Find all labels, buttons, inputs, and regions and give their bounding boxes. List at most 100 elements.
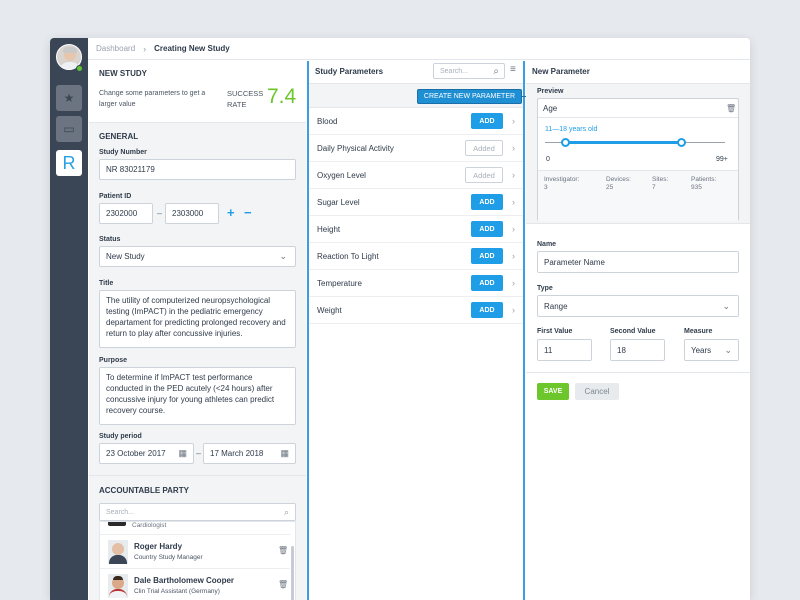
- type-select[interactable]: Range ⌄: [537, 295, 739, 317]
- study-number-label: Study Number: [99, 149, 147, 156]
- parameter-row-reaction-to-light[interactable]: Reaction To Light ADD ›: [309, 243, 523, 270]
- stat-patients-value: 935: [691, 184, 702, 191]
- app-logo-r[interactable]: R: [56, 150, 82, 176]
- parameter-row-sugar-level[interactable]: Sugar Level ADD ›: [309, 189, 523, 216]
- add-button[interactable]: ADD: [471, 194, 503, 210]
- added-button: Added: [465, 140, 503, 156]
- study-form-panel: NEW STUDY Change some parameters to get …: [89, 61, 306, 600]
- title-textarea[interactable]: The utility of computerized neuropsychol…: [99, 290, 296, 348]
- purpose-textarea[interactable]: To determine if ImPACT test performance …: [99, 367, 296, 425]
- period-start-field[interactable]: 23 October 2017 ▦: [99, 443, 194, 464]
- filter-icon[interactable]: ≡: [510, 64, 516, 75]
- chevron-right-icon[interactable]: ›: [512, 251, 515, 261]
- chevron-right-icon[interactable]: ›: [512, 305, 515, 315]
- patient-id-to-field[interactable]: 2303000: [165, 203, 219, 224]
- parameter-name-field[interactable]: Parameter Name: [537, 251, 739, 273]
- parameters-search-input[interactable]: Search... ⌕: [433, 63, 505, 79]
- second-value-field[interactable]: 18: [610, 339, 665, 361]
- period-end-field[interactable]: 17 March 2018 ▦: [203, 443, 296, 464]
- range-slider-high-handle[interactable]: [677, 138, 687, 147]
- breadcrumb-current: Creating New Study: [154, 44, 230, 53]
- parameter-name: Height: [317, 224, 341, 234]
- chevron-right-icon[interactable]: ›: [512, 197, 515, 207]
- cancel-button[interactable]: Cancel: [575, 383, 619, 400]
- title-label: Title: [99, 280, 114, 287]
- success-rate-label: SUCCESS RATE: [227, 89, 264, 109]
- calendar-icon[interactable]: ▦: [178, 448, 187, 459]
- measure-select[interactable]: Years ⌄: [684, 339, 739, 361]
- sidebar: ★ ▭ R: [50, 38, 88, 600]
- add-button[interactable]: ADD: [471, 221, 503, 237]
- name-label: Name: [537, 241, 557, 248]
- chevron-down-icon: ⌄: [279, 251, 287, 261]
- range-slider-fill: [564, 141, 682, 144]
- add-button[interactable]: ADD: [471, 275, 503, 291]
- save-button[interactable]: SAVE: [537, 383, 569, 400]
- chevron-down-icon: ⌄: [722, 300, 730, 311]
- add-button[interactable]: ADD: [471, 302, 503, 318]
- list-scrollbar[interactable]: [291, 546, 294, 600]
- parameter-row-daily-physical-activity[interactable]: Daily Physical Activity Added ›: [309, 135, 523, 162]
- patient-id-from-field[interactable]: 2302000: [99, 203, 153, 224]
- stat-sites-value: 7: [652, 184, 656, 191]
- range-slider-low-handle[interactable]: [560, 138, 570, 147]
- search-icon[interactable]: ⌕: [493, 66, 499, 77]
- create-new-parameter-button[interactable]: CREATE NEW PARAMETER: [417, 89, 522, 104]
- chevron-right-icon[interactable]: ›: [512, 116, 515, 126]
- add-button[interactable]: ADD: [471, 248, 503, 264]
- avatar: [108, 522, 126, 526]
- chevron-down-icon: ⌄: [724, 344, 732, 355]
- first-value-label: First Value: [537, 328, 573, 335]
- new-parameter-panel: New Parameter Preview Age 🗑 11—18 years …: [526, 61, 750, 600]
- slider-min-label: 0: [546, 156, 550, 163]
- parameter-row-weight[interactable]: Weight ADD ›: [309, 297, 523, 324]
- stat-sites-label: Sites:: [652, 176, 669, 183]
- study-period-label: Study period: [99, 433, 142, 440]
- chevron-right-icon[interactable]: ›: [512, 170, 515, 180]
- study-parameters-title: Study Parameters: [315, 67, 384, 76]
- parameter-name: Weight: [317, 305, 342, 315]
- parameter-name: Sugar Level: [317, 197, 360, 207]
- parameter-name: Oxygen Level: [317, 170, 366, 180]
- add-button[interactable]: ADD: [471, 113, 503, 129]
- study-number-field[interactable]: NR 83021179: [99, 159, 296, 180]
- success-rate-value: 7.4: [267, 85, 297, 108]
- chevron-right-icon[interactable]: ›: [512, 143, 515, 153]
- breadcrumb-dashboard[interactable]: Dashboard: [96, 44, 135, 53]
- first-value-field[interactable]: 11: [537, 339, 592, 361]
- status-value: New Study: [106, 252, 145, 261]
- chat-icon[interactable]: ▭: [56, 116, 82, 142]
- parameter-row-height[interactable]: Height ADD ›: [309, 216, 523, 243]
- accountable-search-placeholder: Search...: [106, 508, 135, 516]
- person-name: Dale Bartholomew Cooper: [134, 576, 235, 585]
- stat-devices-label: Devices:: [606, 176, 631, 183]
- status-select[interactable]: New Study ⌄: [99, 246, 296, 267]
- parameter-row-temperature[interactable]: Temperature ADD ›: [309, 270, 523, 297]
- calendar-icon[interactable]: ▦: [280, 448, 289, 459]
- chevron-right-icon[interactable]: ›: [512, 278, 515, 288]
- parameter-row-blood[interactable]: Blood ADD ›: [309, 108, 523, 135]
- new-study-hint: Change some parameters to get a larger v…: [99, 90, 206, 108]
- trash-icon[interactable]: 🗑: [278, 546, 288, 555]
- chevron-right-icon[interactable]: ›: [512, 224, 515, 234]
- person-role: Cardiologist: [132, 522, 167, 529]
- type-label: Type: [537, 285, 553, 292]
- star-icon[interactable]: ★: [56, 85, 82, 111]
- measure-value: Years: [691, 345, 712, 355]
- parameters-search-placeholder: Search...: [440, 67, 469, 75]
- purpose-label: Purpose: [99, 357, 128, 364]
- trash-icon[interactable]: 🗑: [278, 580, 288, 589]
- parameter-name: Temperature: [317, 278, 362, 288]
- new-parameter-title: New Parameter: [532, 67, 590, 76]
- remove-range-icon[interactable]: −: [244, 205, 252, 220]
- add-range-icon[interactable]: +: [227, 205, 235, 220]
- parameter-row-oxygen-level[interactable]: Oxygen Level Added ›: [309, 162, 523, 189]
- preview-name: Age: [543, 104, 558, 113]
- stat-devices-value: 25: [606, 184, 614, 191]
- person-role: Country Study Manager: [134, 554, 203, 561]
- search-icon[interactable]: ⌕: [284, 507, 289, 518]
- accountable-search-input[interactable]: Search... ⌕: [99, 503, 296, 521]
- trash-icon[interactable]: 🗑: [726, 104, 736, 113]
- status-label: Status: [99, 236, 121, 243]
- accountable-list: Cardiologist Roger Hardy Country Study M…: [99, 521, 296, 600]
